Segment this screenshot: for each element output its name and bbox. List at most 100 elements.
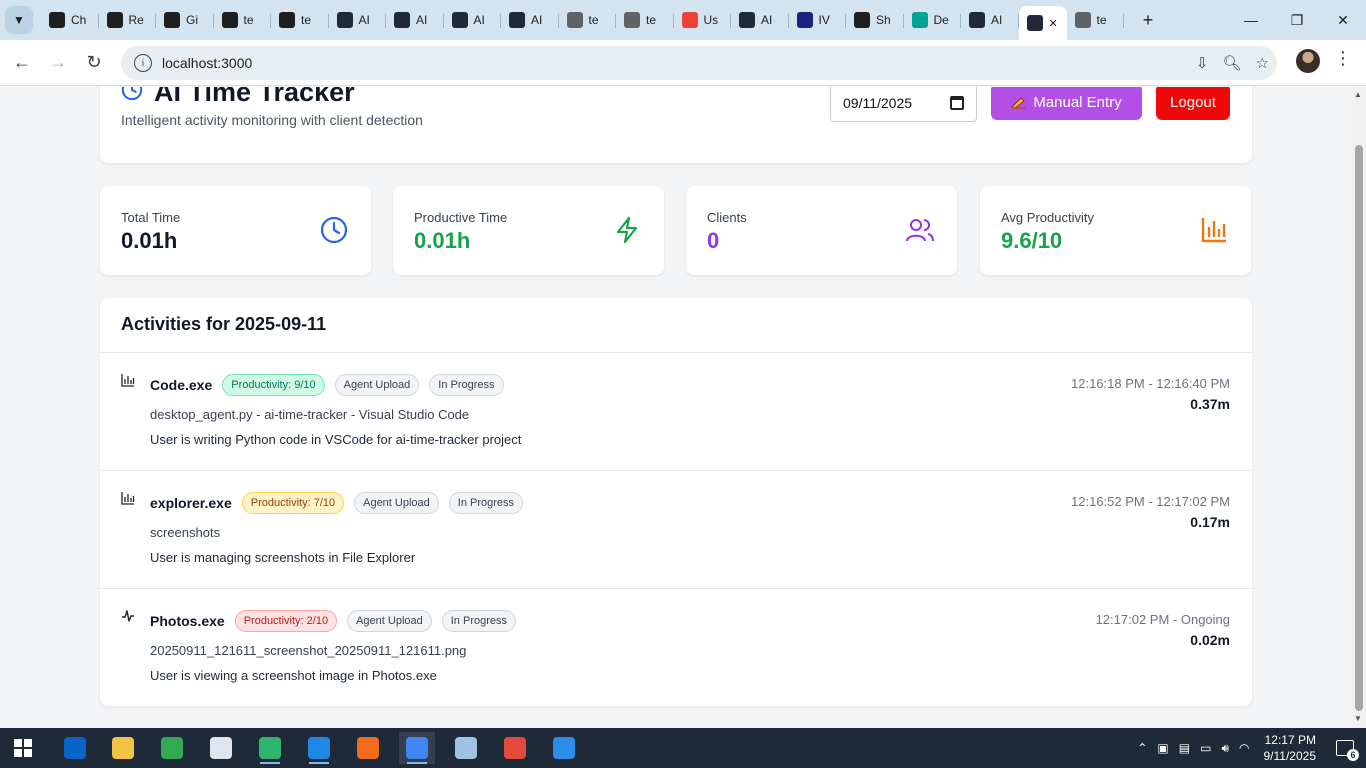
taskbar-app[interactable] — [448, 732, 484, 764]
bar-chart-icon — [121, 374, 135, 387]
browser-tab[interactable]: Us — [674, 4, 732, 36]
scrollbar-thumb[interactable] — [1355, 145, 1363, 711]
scroll-up-icon[interactable]: ▲ — [1354, 90, 1362, 99]
back-button[interactable]: ← — [4, 45, 40, 81]
manual-entry-button[interactable]: Manual Entry — [991, 87, 1142, 120]
tab-label: De — [933, 13, 949, 27]
browser-tab[interactable]: Ch — [41, 4, 99, 36]
chevron-up-icon[interactable]: ⌃ — [1137, 741, 1147, 756]
chrome-icon — [161, 737, 183, 759]
openai-icon — [164, 12, 180, 28]
stat-value: 0.01h — [414, 228, 471, 253]
taskbar-app[interactable] — [350, 732, 386, 764]
new-tab-button[interactable]: + — [1134, 6, 1162, 34]
tab-label: AI — [358, 13, 370, 27]
react-icon — [451, 12, 468, 28]
activity-time-range: 12:17:02 PM - Ongoing — [1095, 612, 1230, 627]
browser-tab[interactable]: te — [214, 4, 272, 36]
battery-icon[interactable]: ▭ — [1200, 741, 1211, 756]
reload-button[interactable]: ↻ — [76, 45, 112, 81]
reload-icon: ↻ — [86, 52, 102, 72]
browser-menu-icon[interactable]: ⋮ — [1333, 48, 1353, 78]
activity-item[interactable]: Code.exe Productivity: 9/10 Agent Upload… — [100, 353, 1252, 471]
start-button[interactable] — [14, 739, 32, 757]
tab-label: Gi — [186, 13, 198, 27]
taskbar-app[interactable] — [546, 732, 582, 764]
profile-avatar[interactable] — [1296, 49, 1320, 73]
orange-app-icon — [357, 737, 379, 759]
browser-tab[interactable]: AI — [444, 4, 502, 36]
browser-tab[interactable]: Sh — [846, 4, 904, 36]
taskbar-app[interactable] — [301, 732, 337, 764]
meet-now-icon[interactable]: ▣ — [1157, 741, 1168, 756]
forward-button[interactable]: → — [40, 45, 76, 81]
install-app-icon[interactable]: ⇩ — [1196, 54, 1209, 72]
browser-tab[interactable]: AI — [329, 4, 387, 36]
volume-icon[interactable]: 🔊︎ — [1221, 741, 1229, 756]
taskbar-app[interactable] — [399, 732, 435, 764]
browser-tab[interactable]: te — [271, 4, 329, 36]
site-info-icon[interactable]: i — [134, 54, 152, 72]
chevron-down-icon: ▼ — [13, 13, 25, 27]
address-bar[interactable]: i localhost:3000 ⇩ 🔍︎ ☆ — [121, 46, 1277, 80]
browser-tab[interactable]: AI — [386, 4, 444, 36]
browser-tab[interactable]: IV — [789, 4, 847, 36]
status-badge: In Progress — [448, 492, 524, 514]
browser-tab[interactable]: AI — [961, 4, 1019, 36]
snipping-tool-icon — [504, 737, 526, 759]
minimize-icon: — — [1244, 12, 1258, 28]
browser-tab[interactable]: AI — [731, 4, 789, 36]
taskbar-app[interactable] — [154, 732, 190, 764]
browser-tab[interactable]: AI — [501, 4, 559, 36]
logout-button[interactable]: Logout — [1156, 87, 1230, 120]
activity-item[interactable]: explorer.exe Productivity: 7/10 Agent Up… — [100, 471, 1252, 589]
browser-tab[interactable]: Gi — [156, 4, 214, 36]
notification-center-icon[interactable]: 6 — [1336, 740, 1359, 761]
tab-label: AI — [531, 13, 543, 27]
activity-item[interactable]: Photos.exe Productivity: 2/10 Agent Uplo… — [100, 589, 1252, 707]
stat-value: 0.01h — [121, 228, 178, 253]
restore-icon: ❐ — [1290, 11, 1304, 28]
browser-tab-active[interactable]: ✕ — [1018, 6, 1067, 40]
clock-time: 12:17 PM — [1264, 733, 1316, 747]
taskbar-app[interactable] — [57, 732, 93, 764]
display-icon[interactable]: ▤ — [1179, 741, 1190, 756]
browser-tab[interactable]: De — [904, 4, 962, 36]
taskbar-app[interactable] — [105, 732, 141, 764]
url-text[interactable]: localhost:3000 — [162, 55, 252, 71]
productivity-badge: Productivity: 2/10 — [234, 610, 338, 632]
date-picker-input[interactable]: 09/11/2025 — [830, 87, 977, 122]
browser-toolbar: ← → ↻ i localhost:3000 ⇩ 🔍︎ ☆ ⋮ — [0, 40, 1366, 86]
calendar-icon[interactable] — [950, 96, 964, 110]
tab-search-button[interactable]: ▼ — [5, 6, 33, 34]
globe-icon — [624, 12, 640, 28]
stat-label: Productive Time — [414, 210, 508, 225]
minimize-button[interactable]: — — [1228, 0, 1274, 40]
taskbar-app[interactable] — [203, 732, 239, 764]
activity-app-name: explorer.exe — [150, 495, 232, 511]
browser-tab[interactable]: te — [559, 4, 617, 36]
page-scrollbar[interactable]: ▲ ▼ — [1352, 87, 1366, 728]
bookmark-star-icon[interactable]: ☆ — [1256, 54, 1269, 72]
vscode-icon — [308, 737, 330, 759]
zoom-icon[interactable]: 🔍︎ — [1223, 54, 1242, 72]
clock-icon — [121, 87, 143, 101]
activity-description: User is managing screenshots in File Exp… — [150, 550, 416, 565]
browser-tab[interactable]: Re — [99, 4, 157, 36]
close-window-button[interactable]: ✕ — [1320, 0, 1366, 40]
tab-label: te — [243, 13, 254, 27]
date-value[interactable]: 09/11/2025 — [843, 95, 912, 111]
browser-tab[interactable]: te — [616, 4, 674, 36]
taskbar-app[interactable] — [252, 732, 288, 764]
restore-button[interactable]: ❐ — [1274, 0, 1320, 40]
tab-label: te — [588, 13, 599, 27]
globe-icon — [1074, 12, 1091, 28]
wifi-icon[interactable]: ◠ — [1239, 741, 1249, 756]
taskbar-app[interactable] — [497, 732, 533, 764]
close-tab-icon[interactable]: ✕ — [1049, 17, 1058, 30]
deepseek-icon — [911, 12, 928, 28]
browser-tab[interactable]: te — [1067, 4, 1125, 36]
scroll-down-icon[interactable]: ▼ — [1354, 714, 1362, 723]
taskbar-clock[interactable]: 12:17 PM 9/11/2025 — [1264, 732, 1317, 764]
system-tray: ⌃ ▣ ▤ ▭ 🔊︎ ◠ 12:17 PM 9/11/2025 6 — [1137, 728, 1366, 768]
